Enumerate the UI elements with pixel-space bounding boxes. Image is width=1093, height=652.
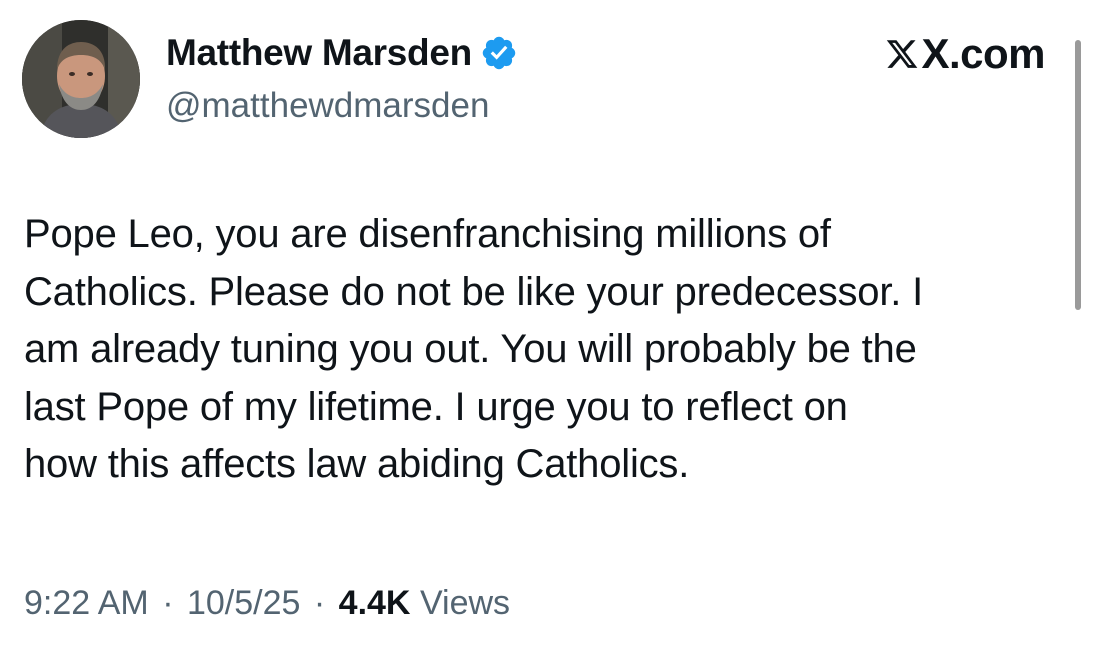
verified-badge-icon[interactable]	[480, 34, 518, 72]
scrollbar-thumb[interactable]	[1075, 40, 1081, 310]
meta-separator: ·	[313, 584, 326, 622]
tweet-text-line: how this affects law abiding Catholics.	[24, 442, 690, 486]
profile-photo-icon	[22, 20, 140, 138]
meta-separator: ·	[162, 584, 174, 622]
tweet-time[interactable]: 9:22 AM	[24, 584, 149, 622]
tweet-meta: 9:22 AM · 10/5/25 · 4.4K Views	[24, 584, 510, 623]
author-handle[interactable]: @matthewdmarsden	[166, 86, 489, 126]
tweet-text: Pope Leo, you are disenfranchising milli…	[24, 206, 1069, 494]
author-display-name[interactable]: Matthew Marsden	[166, 32, 472, 74]
tweet-text-line: am already tuning you out. You will prob…	[24, 327, 917, 371]
site-label: X.com	[921, 30, 1045, 77]
views-count: 4.4K	[338, 584, 411, 622]
tweet-card: Matthew Marsden @matthewdmarsden X.com P…	[0, 0, 1093, 652]
tweet-date[interactable]: 10/5/25	[187, 584, 300, 622]
tweet-text-line: last Pope of my lifetime. I urge you to …	[24, 384, 848, 429]
tweet-text-line: Pope Leo, you are disenfranchising milli…	[24, 212, 831, 256]
views-label: Views	[419, 584, 511, 622]
author-name-row: Matthew Marsden	[166, 32, 518, 74]
tweet-text-line: Catholics. Please do not be like your pr…	[24, 269, 923, 314]
avatar[interactable]	[22, 20, 140, 138]
site-mark: X.com	[885, 30, 1045, 78]
x-logo-icon	[885, 37, 919, 71]
